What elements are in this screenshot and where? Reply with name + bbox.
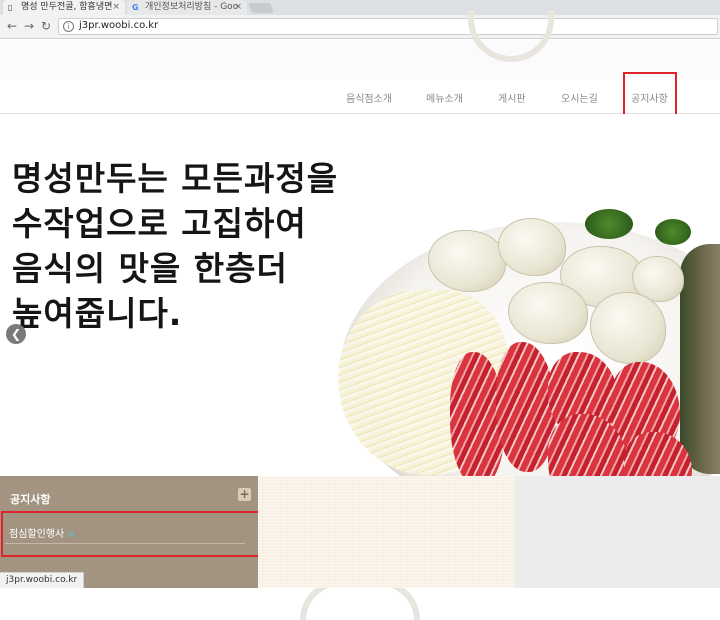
new-tab-button[interactable] — [248, 3, 274, 13]
hero-line: 음식의 맛을 한층더 — [12, 249, 288, 288]
forward-icon[interactable]: → — [21, 17, 37, 35]
url-text: j3pr.woobi.co.kr — [79, 20, 159, 31]
dumpling-image — [590, 292, 666, 364]
back-icon[interactable]: ← — [4, 17, 20, 35]
logo[interactable] — [468, 10, 554, 62]
prev-slide-icon[interactable]: ❮ — [6, 324, 26, 344]
google-icon: G — [132, 3, 139, 12]
browser-toolbar: ← → ↻ i j3pr.woobi.co.kr — [0, 15, 720, 39]
close-icon[interactable]: × — [112, 0, 120, 15]
hero-line: 높여줍니다. — [12, 294, 183, 333]
tab-title: 개인정보처리방침 - Goo — [145, 2, 239, 12]
hero-slider: 명성만두는 모든과정을 수작업으로 고집하여 음식의 맛을 한층더 높여줍니다.… — [0, 114, 720, 476]
hero-line: 명성만두는 모든과정을 — [12, 159, 339, 198]
reload-icon[interactable]: ↻ — [38, 17, 54, 35]
nav-item-directions[interactable]: 오시는길 — [561, 90, 598, 105]
close-icon[interactable]: × — [234, 0, 242, 15]
greens-image — [655, 219, 691, 245]
hero-slogan: 명성만두는 모든과정을 수작업으로 고집하여 음식의 맛을 한층더 높여줍니다. — [12, 156, 338, 336]
browser-tab-active[interactable]: ▯ 명성 만두전골, 함흥냉면 × — [3, 0, 125, 15]
main-nav: 음식점소개 메뉴소개 게시판 오시는길 공지사항 — [0, 80, 720, 114]
food-image — [680, 244, 720, 474]
content-panel — [258, 476, 515, 588]
page-icon: ▯ — [8, 3, 13, 12]
browser-tabstrip: ▯ 명성 만두전골, 함흥냉면 × G 개인정보처리방침 - Goo × — [0, 0, 720, 15]
nav-item-intro[interactable]: 음식점소개 — [346, 90, 392, 105]
info-icon[interactable]: i — [63, 21, 74, 32]
tab-title: 명성 만두전골, 함흥냉면 — [21, 2, 113, 12]
nav-item-board[interactable]: 게시판 — [498, 90, 526, 105]
nav-item-menu[interactable]: 메뉴소개 — [426, 90, 463, 105]
address-bar[interactable]: i j3pr.woobi.co.kr — [58, 18, 718, 35]
dumpling-image — [498, 218, 566, 276]
side-panel — [515, 476, 720, 588]
greens-image — [585, 209, 633, 239]
hero-line: 수작업으로 고집하여 — [12, 204, 307, 243]
status-bar: j3pr.woobi.co.kr — [0, 572, 85, 588]
notice-title: 공지사항 — [10, 493, 51, 506]
web-page: 음식점소개 메뉴소개 게시판 오시는길 공지사항 명성만두는 모든과정을 수작업… — [0, 10, 720, 620]
highlight-box — [1, 511, 262, 557]
browser-tab[interactable]: G 개인정보처리방침 - Goo × — [127, 0, 247, 15]
notice-more-button[interactable]: + — [238, 488, 251, 501]
